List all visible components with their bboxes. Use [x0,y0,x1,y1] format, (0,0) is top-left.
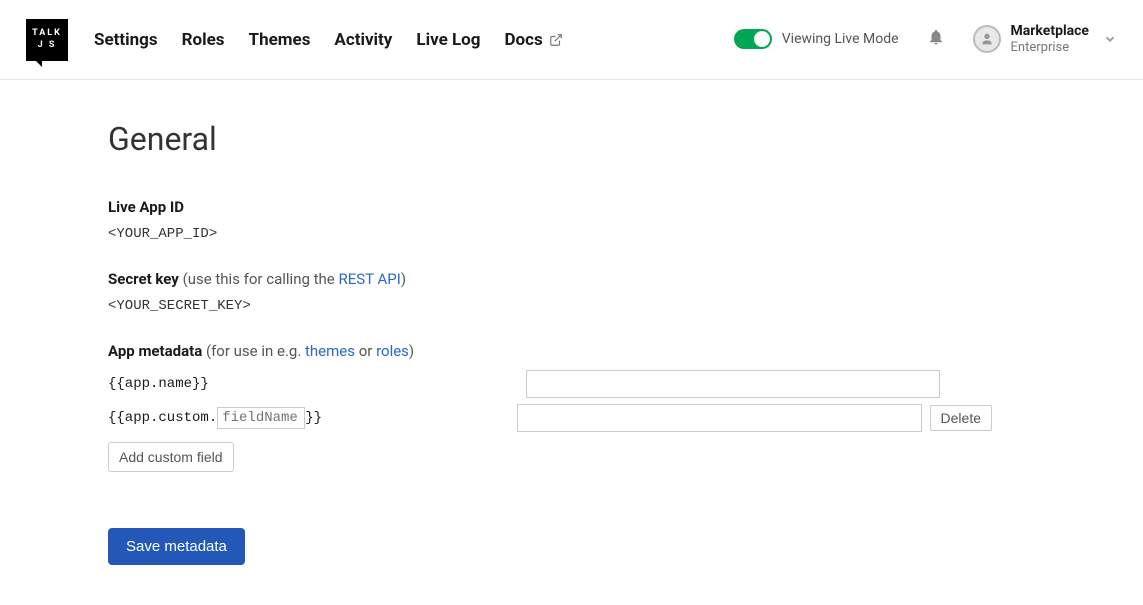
secret-key-section: Secret key (use this for calling the RES… [108,270,992,314]
live-mode-toggle[interactable] [734,29,772,49]
header: TALK J S Settings Roles Themes Activity … [0,0,1143,80]
save-metadata-button[interactable]: Save metadata [108,528,245,565]
metadata-hint-pre: (for use in e.g. [202,342,305,360]
delete-button[interactable]: Delete [930,405,992,431]
avatar [973,25,1001,53]
chevron-down-icon [1103,32,1117,46]
bell-icon [927,28,945,46]
account-menu[interactable]: Marketplace Enterprise [973,23,1117,55]
nav-docs[interactable]: Docs [504,30,562,50]
rest-api-link[interactable]: REST API [338,270,400,288]
themes-link[interactable]: themes [305,342,355,360]
logo-text-1: TALK [32,28,62,40]
secret-key-label: Secret key [108,270,179,288]
nav-themes[interactable]: Themes [249,30,311,50]
custom-value-input[interactable] [517,404,922,432]
live-app-id-label: Live App ID [108,198,992,216]
add-custom-field-button[interactable]: Add custom field [108,442,234,472]
metadata-row-custom: {{app.custom.}} Delete [108,404,992,432]
roles-link[interactable]: roles [376,342,409,360]
external-link-icon [549,33,563,47]
app-name-input[interactable] [526,370,940,398]
user-icon [979,31,995,47]
account-text: Marketplace Enterprise [1011,23,1089,55]
custom-field-name-input[interactable] [217,407,305,429]
nav-livelog[interactable]: Live Log [416,30,480,50]
logo[interactable]: TALK J S [26,19,68,61]
live-app-id-section: Live App ID <YOUR_APP_ID> [108,198,992,242]
metadata-rows: {{app.name}} {{app.custom.}} Delete [108,370,992,432]
metadata-hint-or: or [355,342,376,360]
nav-activity[interactable]: Activity [334,30,392,50]
live-mode-toggle-wrap: Viewing Live Mode [734,29,899,49]
nav-settings[interactable]: Settings [94,30,158,50]
main-nav: Settings Roles Themes Activity Live Log … [94,30,563,50]
custom-suffix: }} [305,410,322,426]
live-app-id-label-text: Live App ID [108,198,184,216]
metadata-label-line: App metadata (for use in e.g. themes or … [108,342,992,360]
secret-key-label-line: Secret key (use this for calling the RES… [108,270,992,288]
metadata-key-custom: {{app.custom.}} [108,407,517,429]
page-title: General [108,120,992,158]
metadata-label: App metadata [108,342,202,360]
account-tier: Enterprise [1011,40,1089,56]
header-right: Viewing Live Mode Marketplace Enterprise [734,23,1117,55]
app-metadata-section: App metadata (for use in e.g. themes or … [108,342,992,472]
notifications-button[interactable] [927,28,945,50]
metadata-key-app-name: {{app.name}} [108,376,526,392]
live-app-id-value: <YOUR_APP_ID> [108,226,992,242]
secret-key-hint-post: ) [401,270,406,288]
nav-docs-label: Docs [504,30,542,50]
logo-text-2: J S [38,40,57,52]
metadata-row-app-name: {{app.name}} [108,370,992,398]
custom-prefix: {{app.custom. [108,410,217,426]
nav-roles[interactable]: Roles [182,30,225,50]
account-name: Marketplace [1011,23,1089,40]
live-mode-label: Viewing Live Mode [782,31,899,47]
secret-key-value: <YOUR_SECRET_KEY> [108,298,992,314]
secret-key-hint-pre: (use this for calling the [179,270,339,288]
metadata-hint-post: ) [409,342,414,360]
content: General Live App ID <YOUR_APP_ID> Secret… [0,80,1100,605]
